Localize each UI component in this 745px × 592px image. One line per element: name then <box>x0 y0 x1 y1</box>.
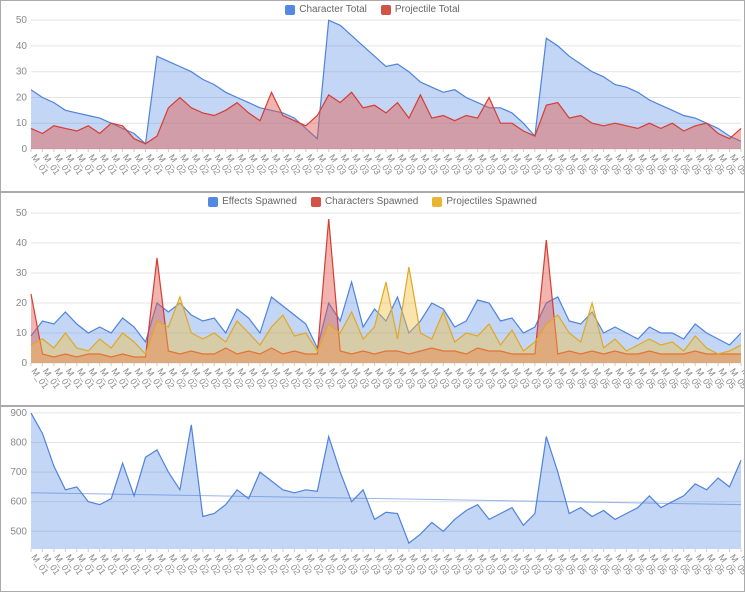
y-tick-label: 30 <box>16 67 28 78</box>
y-tick-label: 40 <box>16 41 28 52</box>
y-tick-label: 30 <box>16 268 28 279</box>
legend-swatch <box>311 197 321 207</box>
legend-item: Character Total <box>285 4 367 15</box>
y-tick-label: 0 <box>21 358 27 369</box>
y-tick-label: 600 <box>10 497 27 508</box>
legend-swatch <box>208 197 218 207</box>
series-area <box>31 413 741 549</box>
legend-label: Projectiles Spawned <box>446 196 537 207</box>
chart-svg: 500600700800900M_01M_01M_01M_01M_01M_01M… <box>1 407 744 589</box>
y-tick-label: 500 <box>10 526 27 537</box>
chart-panel-2: 500600700800900M_01M_01M_01M_01M_01M_01M… <box>0 406 745 592</box>
legend-item: Effects Spawned <box>208 196 297 207</box>
legend-swatch <box>432 197 442 207</box>
y-tick-label: 0 <box>21 144 27 155</box>
chart-svg: 01020304050M_01M_01M_01M_01M_01M_01M_01M… <box>1 207 744 403</box>
legend-label: Characters Spawned <box>325 196 418 207</box>
chart-panel-1: Effects Spawned Characters Spawned Project… <box>0 192 745 406</box>
y-tick-label: 40 <box>16 238 28 249</box>
legend: Character Total Projectile Total <box>1 1 744 15</box>
series-area <box>31 267 741 363</box>
legend-item: Projectile Total <box>381 4 460 15</box>
y-tick-label: 800 <box>10 438 27 449</box>
y-tick-label: 20 <box>16 298 28 309</box>
legend-label: Character Total <box>299 4 367 15</box>
legend-label: Projectile Total <box>395 4 460 15</box>
y-tick-label: 900 <box>10 408 27 419</box>
legend-swatch <box>285 5 295 15</box>
legend: Effects Spawned Characters Spawned Project… <box>1 193 744 207</box>
chart-panel-0: Character Total Projectile Total 0 10 20 30 40… <box>0 0 745 192</box>
y-tick-label: 10 <box>16 118 28 129</box>
y-tick-label: 20 <box>16 92 28 103</box>
legend-item: Projectiles Spawned <box>432 196 537 207</box>
y-tick-label: 700 <box>10 467 27 478</box>
y-tick-label: 50 <box>16 208 28 219</box>
chart-svg: 01020304050M_01M_01M_01M_01M_01M_01M_01M… <box>1 15 744 189</box>
legend-label: Effects Spawned <box>222 196 297 207</box>
legend-item: Characters Spawned <box>311 196 418 207</box>
y-tick-label: 10 <box>16 328 28 339</box>
y-tick-label: 50 <box>16 15 28 26</box>
legend-swatch <box>381 5 391 15</box>
